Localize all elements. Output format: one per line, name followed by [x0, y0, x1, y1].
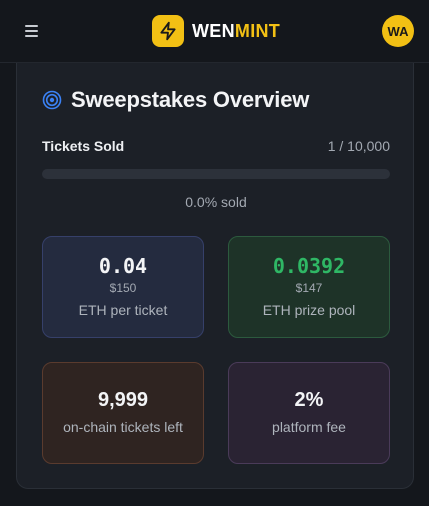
tickets-progress-bar	[42, 169, 390, 179]
brand-logo[interactable]: WENMINT	[152, 15, 280, 47]
ticket-price-value: 0.04	[98, 254, 148, 278]
tickets-sold-count: 1 / 10,000	[327, 138, 390, 154]
card-header: Sweepstakes Overview	[42, 87, 309, 113]
ticket-price-stat: 0.04 $150 ETH per ticket	[42, 236, 204, 338]
tickets-left-label: on-chain tickets left	[63, 419, 183, 435]
brand-name: WENMINT	[192, 21, 280, 42]
top-bar: WENMINT WA	[0, 0, 429, 63]
hamburger-menu-icon[interactable]	[25, 24, 41, 38]
ticket-price-label: ETH per ticket	[78, 302, 168, 318]
brand-name-part1: WEN	[192, 20, 235, 41]
lightning-bolt-icon	[152, 15, 184, 47]
tickets-sold-label: Tickets Sold	[42, 138, 125, 154]
percent-sold-text: 0.0% sold	[185, 194, 247, 210]
platform-fee-stat: 2% platform fee	[228, 362, 390, 464]
avatar[interactable]: WA	[382, 15, 414, 47]
tickets-left-stat: 9,999 on-chain tickets left	[42, 362, 204, 464]
prize-pool-value: 0.0392	[272, 254, 346, 278]
sweepstakes-overview-card: Sweepstakes Overview Tickets Sold 1 / 10…	[16, 63, 414, 489]
platform-fee-value: 2%	[294, 389, 324, 411]
page-title: Sweepstakes Overview	[71, 87, 310, 112]
brand-name-part2: MINT	[234, 20, 281, 41]
tickets-left-value: 9,999	[97, 389, 149, 411]
prize-pool-stat: 0.0392 $147 ETH prize pool	[228, 236, 390, 338]
prize-pool-label: ETH prize pool	[262, 302, 356, 318]
ticket-price-usd: $150	[109, 281, 137, 295]
prize-pool-usd: $147	[295, 281, 323, 295]
tickets-sold-row: Tickets Sold 1 / 10,000	[42, 138, 390, 154]
target-icon	[42, 90, 62, 110]
platform-fee-label: platform fee	[272, 419, 346, 435]
